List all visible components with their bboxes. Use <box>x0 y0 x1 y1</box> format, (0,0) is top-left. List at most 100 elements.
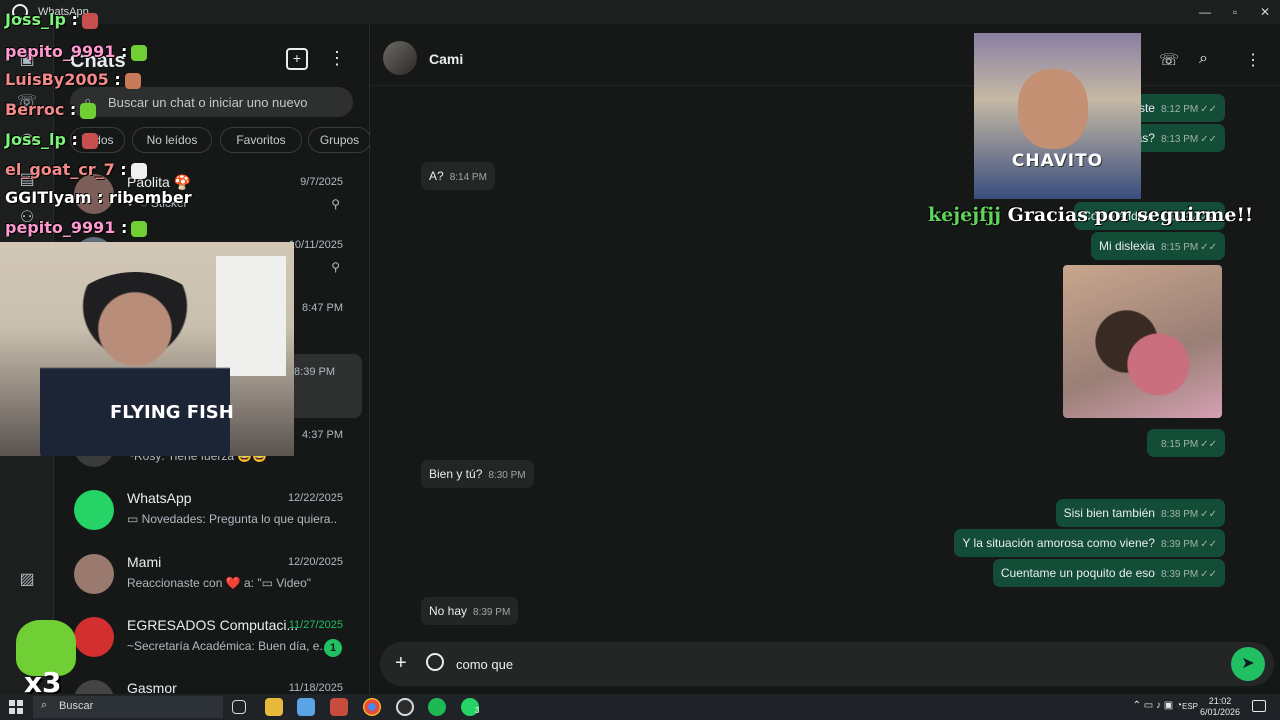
unread-badge: 1 <box>324 639 342 657</box>
message-text: Mi dislexia <box>1098 239 1155 253</box>
message-time: 8:39 PM <box>1160 569 1199 580</box>
new-chat-button[interactable]: + <box>286 48 308 70</box>
read-receipt-icon: ✓✓ <box>1200 242 1217 253</box>
emote-icon <box>131 44 148 61</box>
maximize-button[interactable]: ▫ <box>1220 2 1250 22</box>
chat-time: 12/22/2025 <box>287 492 343 504</box>
pin-icon: ⚲ <box>331 260 340 274</box>
chat-name: Mami <box>127 554 162 570</box>
alert-label: CHAVITO <box>1011 151 1104 171</box>
outgoing-message[interactable]: Mi dislexia 8:15 PM ✓✓ <box>1090 232 1225 260</box>
spotify-icon[interactable] <box>428 698 446 716</box>
send-button[interactable]: ➤ <box>1231 647 1265 681</box>
emote-icon <box>81 12 98 29</box>
message-photo[interactable] <box>1063 265 1222 418</box>
message-time: 8:15 PM <box>1160 242 1199 253</box>
emoji-icon[interactable] <box>426 653 444 671</box>
message-composer: + <box>380 642 1274 686</box>
chat-row[interactable]: Gasmor 11/18/2025 <box>54 670 369 694</box>
message-time: 8:12 PM <box>1160 104 1199 115</box>
overlay-chat-separator: : <box>108 70 121 89</box>
emote-icon <box>131 220 148 237</box>
store-icon[interactable] <box>297 698 315 716</box>
emote-icon <box>124 72 141 89</box>
app-icon[interactable] <box>330 698 348 716</box>
incoming-message[interactable]: No hay 8:39 PM <box>421 597 519 625</box>
file-explorer-icon[interactable] <box>265 698 283 716</box>
chat-time: 9/7/2025 <box>300 176 343 188</box>
read-receipt-icon: ✓✓ <box>1200 569 1217 580</box>
taskbar-search[interactable]: ⌕ Buscar <box>33 696 223 718</box>
minimize-button[interactable]: — <box>1190 2 1220 22</box>
overlay-chat-separator: : <box>115 42 128 61</box>
chat-row[interactable]: EGRESADOS Computaci... 11/27/2025 ~Secreta… <box>54 607 369 671</box>
incoming-message[interactable]: A? 8:14 PM <box>421 162 495 190</box>
chat-avatar <box>74 490 114 530</box>
overlay-chat-separator: : <box>65 10 78 29</box>
streamer-image <box>40 272 230 456</box>
system-tray-icons[interactable]: ⌃ ▭ ♪ ▣ ◔ <box>1133 700 1182 711</box>
language-indicator[interactable]: ESP <box>1182 702 1198 711</box>
message-text: Y la situación amorosa como viene? <box>962 536 1155 550</box>
chrome-icon[interactable] <box>363 698 381 716</box>
webcam-overlay: FLYING FISH <box>0 242 294 456</box>
chat-search-input[interactable] <box>108 93 338 111</box>
outgoing-message[interactable]: 8:15 PM ✓✓ <box>1146 429 1225 457</box>
chat-time: 8:47 PM <box>302 302 343 314</box>
contact-avatar[interactable] <box>383 41 417 75</box>
overlay-chat-user: Joss_lp <box>5 10 66 29</box>
message-time: 8:30 PM <box>488 470 526 481</box>
follow-alert-message: kejejfjj Gracias por seguirme!! <box>928 204 1253 226</box>
obs-icon[interactable] <box>396 698 414 716</box>
filter-no-leidos[interactable]: No leídos <box>132 127 212 153</box>
task-view-icon[interactable] <box>232 700 246 714</box>
incoming-message[interactable]: Bien y tú? 8:30 PM <box>421 460 534 488</box>
chat-name: Gasmor <box>127 680 177 694</box>
outgoing-message[interactable]: Sisi bien también 8:38 PM ✓✓ <box>1055 499 1225 527</box>
clock-date: 6/01/2026 <box>1199 707 1240 717</box>
overlay-chat-user: Joss_lp <box>5 130 66 149</box>
message-time: 8:39 PM <box>473 607 511 618</box>
chat-last-message: Reaccionaste con ❤️ a: "▭ Video" <box>127 576 312 590</box>
conversation-menu-icon[interactable]: ⋮ <box>1245 50 1261 70</box>
call-icon[interactable]: ☏ <box>1159 50 1179 70</box>
media-icon[interactable]: ▨ <box>17 570 37 590</box>
chat-search-box[interactable]: ⌕ <box>70 87 353 117</box>
chat-time: 4:37 PM <box>302 429 343 441</box>
chat-list-menu-button[interactable]: ⋮ <box>328 48 346 69</box>
message-input[interactable] <box>456 654 1216 674</box>
chat-row[interactable]: Mami 12/20/2025 Reaccionaste con ❤️ a: "▭ … <box>54 544 369 608</box>
filter-favoritos[interactable]: Favoritos <box>220 127 302 153</box>
message-time: 8:39 PM <box>1160 539 1199 550</box>
chat-last-message: ~Secretaría Académica: Buen día, e... <box>127 639 330 653</box>
windows-start-icon[interactable] <box>9 700 23 714</box>
message-time: 8:15 PM <box>1160 439 1199 450</box>
chat-name: EGRESADOS Computaci... <box>127 617 299 633</box>
chat-row[interactable]: WhatsApp 12/22/2025 ▭ Novedades: Pregunta … <box>54 480 369 544</box>
chat-last-message: ▭ Novedades: Pregunta lo que quiera... <box>127 512 337 526</box>
message-text: No hay <box>429 604 468 618</box>
attach-button[interactable]: + <box>395 652 407 675</box>
read-receipt-icon: ✓✓ <box>1200 509 1217 520</box>
overlay-chat-line: pepito_9991 : <box>5 42 148 61</box>
pin-icon: ⚲ <box>331 197 340 211</box>
filter-grupos[interactable]: Grupos <box>308 127 369 153</box>
chat-time: 11/27/2025 <box>288 619 343 631</box>
overlay-chat-separator: : <box>64 100 77 119</box>
message-text: Cuentame un poquito de eso <box>1000 566 1155 580</box>
clock-time: 21:02 <box>1208 696 1232 706</box>
conversation-header[interactable]: Cami ☏ ⌕ ⋮ <box>371 24 1280 86</box>
read-receipt-icon: ✓✓ <box>1200 134 1217 145</box>
overlay-chat-line: LuisBy2005 : <box>5 70 141 89</box>
outgoing-message[interactable]: Y la situación amorosa como viene? 8:39 P… <box>954 529 1225 557</box>
overlay-chat-separator: : <box>115 218 128 237</box>
taskbar-clock[interactable]: 21:02 6/01/2026 <box>1200 696 1240 718</box>
overlay-chat-line: Berroc : <box>5 100 97 119</box>
overlay-chat-user: LuisBy2005 <box>5 70 109 89</box>
notifications-icon[interactable] <box>1252 700 1266 712</box>
search-icon[interactable]: ⌕ <box>1199 50 1208 68</box>
contact-name[interactable]: Cami <box>429 51 463 67</box>
close-button[interactable]: ✕ <box>1250 2 1280 22</box>
overlay-chat-line: el_goat_cr_7 : <box>5 160 147 179</box>
outgoing-message[interactable]: Cuentame un poquito de eso 8:39 PM ✓✓ <box>992 559 1225 587</box>
